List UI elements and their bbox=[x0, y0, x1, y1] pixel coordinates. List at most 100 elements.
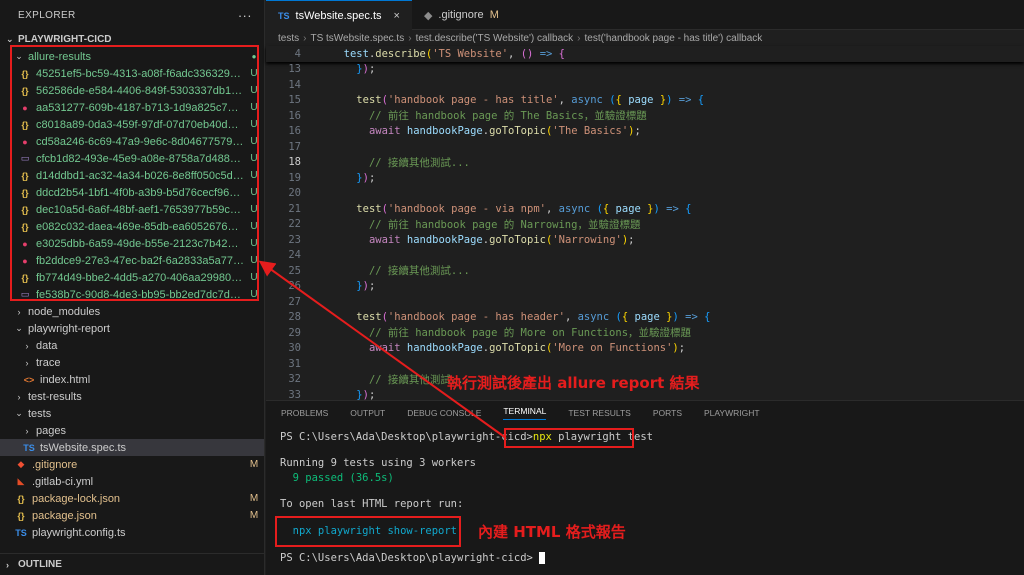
file-item[interactable]: {} package.json M bbox=[0, 507, 264, 524]
chevron-down-icon: ⌄ bbox=[15, 323, 23, 333]
tab-tswebsite-spec[interactable]: TS tsWebsite.spec.ts × bbox=[266, 0, 412, 30]
file-item[interactable]: TS playwright.config.ts bbox=[0, 524, 264, 541]
code-line[interactable]: 18 // 接續其他測試... bbox=[266, 155, 1024, 171]
terminal-open-report: To open last HTML report run: bbox=[280, 498, 464, 510]
outline-section[interactable]: › OUTLINE bbox=[0, 553, 265, 575]
code-line[interactable]: 23 await handbookPage.goToTopic('Narrowi… bbox=[266, 232, 1024, 248]
line-number: 4 bbox=[294, 47, 301, 60]
file-label: playwright.config.ts bbox=[32, 526, 126, 539]
folder-item[interactable]: ⌄ playwright-report bbox=[0, 320, 264, 337]
line-number: 17 bbox=[288, 140, 301, 153]
folder-item[interactable]: › pages bbox=[0, 422, 264, 439]
code-line[interactable]: 22 // 前往 handbook page 的 Narrowing，並驗證標題 bbox=[266, 217, 1024, 233]
chevron-right-icon: › bbox=[408, 32, 412, 44]
panel-tab-terminal[interactable]: TERMINAL bbox=[503, 406, 547, 420]
terminal-passed: 9 passed (36.5s) bbox=[280, 472, 394, 484]
line-number: 21 bbox=[288, 202, 301, 215]
folder-item[interactable]: › node_modules bbox=[0, 303, 264, 320]
code-line[interactable]: 25 // 接續其他測試... bbox=[266, 263, 1024, 279]
html-file-icon: <> bbox=[23, 374, 35, 385]
code-line[interactable]: 14 bbox=[266, 77, 1024, 93]
panel-tab-problems[interactable]: PROBLEMS bbox=[281, 408, 328, 418]
line-number: 16 bbox=[288, 125, 301, 138]
panel-tab-test-results[interactable]: TEST RESULTS bbox=[568, 408, 631, 418]
file-label: playwright-report bbox=[28, 322, 110, 335]
code-line[interactable]: 26 }); bbox=[266, 279, 1024, 295]
explorer-sidebar: EXPLORER ··· ⌄ PLAYWRIGHT-CICD ⌄ allure-… bbox=[0, 0, 265, 575]
ts-file-icon: TS bbox=[23, 442, 35, 453]
code-line[interactable]: 31 bbox=[266, 356, 1024, 372]
git-file-icon: ◆ bbox=[17, 459, 25, 469]
code-line[interactable]: 16 await handbookPage.goToTopic('The Bas… bbox=[266, 124, 1024, 140]
code-line[interactable]: 15 test('handbook page - has title', asy… bbox=[266, 93, 1024, 109]
more-actions-icon[interactable]: ··· bbox=[238, 8, 252, 23]
file-label: package-lock.json bbox=[32, 492, 121, 505]
code-text: await handbookPage.goToTopic('More on Fu… bbox=[368, 342, 686, 355]
file-label: node_modules bbox=[28, 305, 101, 318]
terminal-line-prompt[interactable]: PS C:\Users\Ada\Desktop\playwright-cicd> bbox=[280, 552, 546, 564]
code-line[interactable]: 21 test('handbook page - via npm', async… bbox=[266, 201, 1024, 217]
code-line[interactable]: 4 test.describe('TS Website', () => { bbox=[266, 46, 1024, 62]
panel-tab-playwright[interactable]: PLAYWRIGHT bbox=[704, 408, 760, 418]
file-item[interactable]: <> index.html bbox=[0, 371, 264, 388]
code-line[interactable]: 17 bbox=[266, 139, 1024, 155]
chevron-right-icon: › bbox=[25, 340, 29, 351]
code-text: }); bbox=[356, 388, 376, 401]
annotation-allure: 執行測試後產出 allure report 結果 bbox=[447, 374, 700, 392]
panel-tabs: PROBLEMS OUTPUT DEBUG CONSOLE TERMINAL TEST … bbox=[266, 401, 1024, 425]
line-number: 19 bbox=[288, 171, 301, 184]
line-number: 14 bbox=[288, 78, 301, 91]
file-label: pages bbox=[36, 424, 66, 437]
line-number: 27 bbox=[288, 295, 301, 308]
panel-tab-output[interactable]: OUTPUT bbox=[350, 408, 385, 418]
file-tree: › node_modules ⌄ playwright-report › data › tra… bbox=[0, 303, 264, 541]
code-line[interactable]: 30 await handbookPage.goToTopic('More on… bbox=[266, 341, 1024, 357]
terminal-running: Running 9 tests using 3 workers bbox=[280, 457, 476, 469]
code-line[interactable]: 28 test('handbook page - has header', as… bbox=[266, 310, 1024, 326]
file-item[interactable]: {} package-lock.json M bbox=[0, 490, 264, 507]
typescript-file-icon: TS bbox=[278, 10, 290, 21]
breadcrumb-item[interactable]: TS tsWebsite.spec.ts bbox=[310, 33, 404, 44]
line-number: 28 bbox=[288, 311, 301, 324]
breadcrumb-item[interactable]: test('handbook page - has title') callba… bbox=[584, 33, 762, 44]
line-number: 22 bbox=[288, 218, 301, 231]
json-file-icon: {} bbox=[17, 493, 25, 504]
code-line[interactable]: 16 // 前往 handbook page 的 The Basics，並驗證標… bbox=[266, 108, 1024, 124]
close-icon[interactable]: × bbox=[394, 10, 400, 22]
panel-tab-debug-console[interactable]: DEBUG CONSOLE bbox=[407, 408, 481, 418]
git-status-badge: M bbox=[249, 493, 259, 504]
line-number: 30 bbox=[288, 342, 301, 355]
breadcrumb-item[interactable]: test.describe('TS Website') callback bbox=[416, 33, 574, 44]
breadcrumb: tests › TS tsWebsite.spec.ts › test.describe… bbox=[266, 30, 1024, 46]
file-item[interactable]: ◣ .gitlab-ci.yml bbox=[0, 473, 264, 490]
modified-badge: M bbox=[489, 9, 499, 21]
annotation-html-report: 內建 HTML 格式報告 bbox=[478, 523, 626, 541]
explorer-title: EXPLORER bbox=[18, 9, 76, 21]
panel-tab-ports[interactable]: PORTS bbox=[653, 408, 682, 418]
file-item[interactable]: TS tsWebsite.spec.ts bbox=[0, 439, 264, 456]
code-line[interactable]: 24 bbox=[266, 248, 1024, 264]
breadcrumb-item[interactable]: tests bbox=[278, 33, 299, 44]
code-line[interactable]: 27 bbox=[266, 294, 1024, 310]
git-status-badge: M bbox=[249, 459, 259, 470]
yml-file-icon: ◣ bbox=[17, 476, 25, 486]
chevron-right-icon: › bbox=[25, 357, 29, 368]
code-line[interactable]: 13 }); bbox=[266, 62, 1024, 78]
folder-item[interactable]: › trace bbox=[0, 354, 264, 371]
folder-item[interactable]: › test-results bbox=[0, 388, 264, 405]
code-line[interactable]: 29 // 前往 handbook page 的 More on Functio… bbox=[266, 325, 1024, 341]
folder-item[interactable]: ⌄ tests bbox=[0, 405, 264, 422]
code-line[interactable]: 19 }); bbox=[266, 170, 1024, 186]
tab-label: .gitignore bbox=[438, 9, 484, 21]
tab-gitignore[interactable]: ◆ .gitignore M bbox=[412, 0, 511, 30]
code-line[interactable]: 20 bbox=[266, 186, 1024, 202]
json-file-icon: {} bbox=[17, 510, 25, 521]
code-editor[interactable]: 4 test.describe('TS Website', () => {13 … bbox=[266, 46, 1024, 432]
chevron-right-icon: › bbox=[25, 425, 29, 436]
command-highlight-box bbox=[504, 428, 634, 448]
line-number: 23 bbox=[288, 233, 301, 246]
file-item[interactable]: ◆ .gitignore M bbox=[0, 456, 264, 473]
file-label: .gitignore bbox=[32, 458, 78, 471]
folder-item[interactable]: › data bbox=[0, 337, 264, 354]
file-label: tsWebsite.spec.ts bbox=[40, 441, 126, 454]
